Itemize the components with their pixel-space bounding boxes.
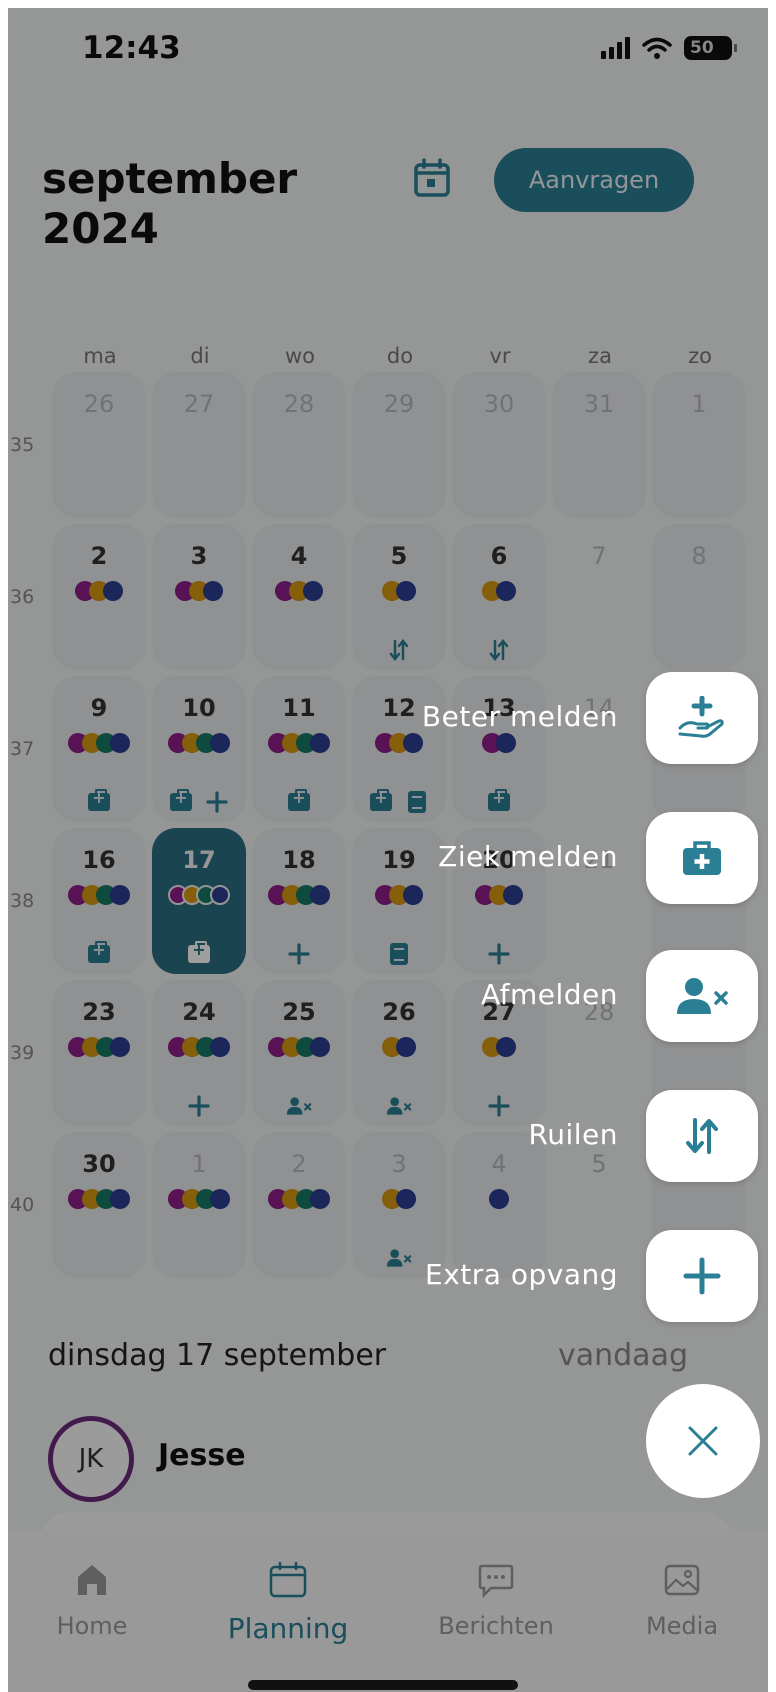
ziek-melden-button[interactable] [646,812,758,904]
app-screen: 12:43 50 september 2024 Aanvragen ma di … [8,8,768,1692]
close-icon [688,1426,718,1456]
hand-plus-icon [678,696,724,738]
action-label-afmelden[interactable]: Afmelden [258,978,618,1011]
home-indicator [248,1680,518,1690]
action-label-ziek-melden[interactable]: Ziek melden [258,840,618,873]
beter-melden-button[interactable] [646,672,758,764]
user-remove-icon [677,978,728,1014]
ruilen-button[interactable] [646,1090,758,1182]
swap-icon [686,1118,718,1154]
action-label-beter-melden[interactable]: Beter melden [258,700,618,733]
extra-opvang-button[interactable] [646,1230,758,1322]
medical-kit-icon [683,841,721,875]
afmelden-button[interactable] [646,950,758,1042]
action-label-ruilen[interactable]: Ruilen [258,1118,618,1151]
action-label-extra-opvang[interactable]: Extra opvang [258,1258,618,1291]
close-speed-dial-button[interactable] [646,1384,760,1498]
plus-icon [683,1257,721,1295]
